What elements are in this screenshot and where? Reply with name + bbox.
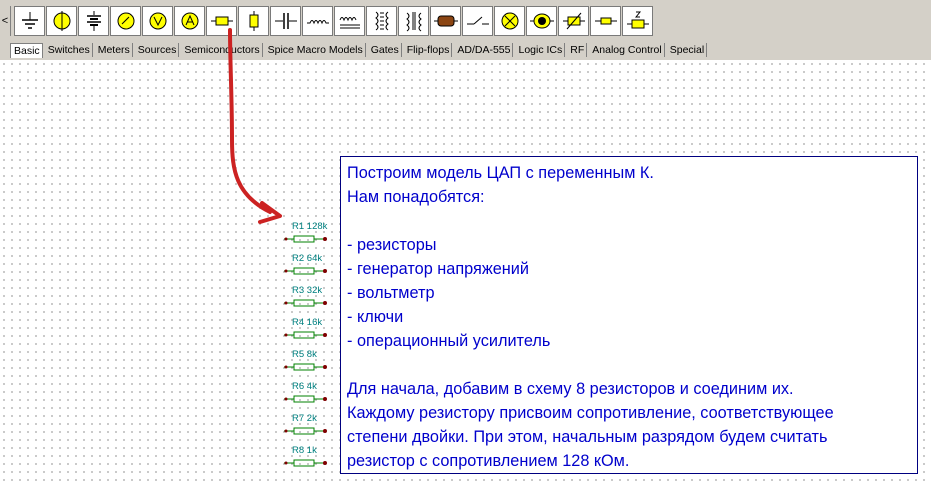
toolbar-tool-button[interactable] [302,6,333,36]
toolbar-tool-button[interactable] [110,6,141,36]
resistor-label: R2 64k [292,253,323,264]
tab-logic-ics[interactable]: Logic ICs [515,43,566,57]
resistor-icon [284,459,327,467]
switch-tool-icon [466,16,489,25]
note-line: Построим модель ЦАП с переменным К. [347,164,654,182]
resistor-label: R6 4k [292,381,317,392]
voltmeter-tool-icon [149,12,166,30]
note-line: Нам понадобятся: [347,188,485,206]
resistor-icon [284,235,327,243]
resistor-label: R3 32k [292,285,323,296]
component-palette [14,6,654,38]
tab-sources[interactable]: Sources [135,43,180,57]
note-line: - вольтметр [347,284,435,302]
tab-special[interactable]: Special [667,43,708,57]
toolbar-tool-button[interactable] [526,6,557,36]
resistor-label: R7 2k [292,413,317,424]
resistor-icon [284,395,327,403]
resistor-component[interactable]: R2 64k [284,253,330,285]
tab-gates[interactable]: Gates [368,43,402,57]
tab-switches[interactable]: Switches [45,43,93,57]
ammeter-tool-icon [181,12,198,30]
tab-rf[interactable]: RF [567,43,588,57]
ground-tool-icon [21,12,38,29]
capacitor-tool-icon [274,13,297,29]
resistor-icon [284,267,327,275]
note-line: Каждому резистору присвоим сопротивление… [347,404,834,422]
resistor-icon [284,331,327,339]
note-line: Для начала, добавим в схему 8 резисторов… [347,380,794,398]
resistor-label: R4 16k [292,317,323,328]
resistor-component[interactable]: R4 16k [284,317,330,349]
motor-tool-icon [529,13,554,29]
resistor-component[interactable]: R3 32k [284,285,330,317]
resistor-icon [284,299,327,307]
tab-meters[interactable]: Meters [95,43,133,57]
toolbar-tool-button[interactable] [206,6,237,36]
note-line: - ключи [347,308,404,326]
resistor-label: R5 8k [292,349,317,360]
note-line: резистор с сопротивлением 128 кОм. [347,452,630,470]
resistor-component[interactable]: R6 4k [284,381,330,413]
tab-ad-da-555[interactable]: AD/DA-555 [454,43,514,57]
toolbar-tool-button[interactable] [334,6,365,36]
toolbar-tool-button[interactable] [558,6,589,36]
note-line [347,209,917,233]
toolbar-tool-button[interactable] [462,6,493,36]
resistor-component[interactable]: R7 2k [284,413,330,445]
resistor-vertical-tool-icon [249,11,258,31]
resistor-icon [284,427,327,435]
lamp-tool-icon [53,11,70,31]
resistor-label: R1 128k [292,221,328,232]
toolbar-tool-button[interactable] [590,6,621,36]
lamp-cross-tool-icon [501,12,518,30]
note-line: степени двойки. При этом, начальным разр… [347,428,828,446]
note-line: - операционный усилитель [347,332,551,350]
resistor-icon [284,363,327,371]
battery-tool-icon [86,11,101,31]
tab-spice-macro-models[interactable]: Spice Macro Models [265,43,366,57]
toolbar-tool-button[interactable] [174,6,205,36]
toolbar-tool-button[interactable] [622,6,653,36]
ammeter-meter-tool-icon [117,12,134,30]
toolbar-tool-button[interactable] [78,6,109,36]
resistor-tool-icon [210,16,233,26]
tab-basic[interactable]: Basic [10,43,43,58]
tab-flip-flops[interactable]: Flip-flops [404,43,453,57]
toolbar-tool-button[interactable] [430,6,461,36]
toolbar-tool-button[interactable] [142,6,173,36]
note-line [347,353,917,377]
resistor-component[interactable]: R1 128k [284,221,330,253]
tab-semiconductors[interactable]: Semiconductors [181,43,263,57]
toolbar-tool-button[interactable] [270,6,301,36]
component-category-tabs: Basic Switches Meters Sources Semiconductors… [10,43,709,59]
toolbar-tool-button[interactable] [14,6,45,36]
fuse-tool-icon [433,15,458,27]
resistor-small-tool-icon [594,17,617,25]
resistor-label: R8 1k [292,445,317,456]
toolbar-tool-button[interactable] [238,6,269,36]
variable-resistor-tool-icon [562,12,585,30]
toolbar-tool-button[interactable] [494,6,525,36]
transformer-tool-icon [374,11,389,31]
resistor-component[interactable]: R5 8k [284,349,330,381]
note-line: - генератор напряжений [347,260,529,278]
instruction-note: Построим модель ЦАП с переменным К. Нам п… [340,156,918,474]
toolbar-tool-button[interactable] [398,6,429,36]
toolbar-scroll-left-button[interactable]: < [0,6,11,36]
capacitor-polarized-tool-icon [339,17,360,29]
toolbar-tool-button[interactable] [366,6,397,36]
inductor-tool-icon [306,20,329,25]
resistor-component[interactable]: R8 1k [284,445,330,477]
note-line: - резисторы [347,236,437,254]
transformer-core-tool-icon [405,12,422,32]
tab-analog-control[interactable]: Analog Control [589,43,665,57]
zener-resistor-tool-icon [626,11,649,29]
component-toolbar: < Basic Switches Meters Sources Semiconducto… [0,0,931,60]
toolbar-tool-button[interactable] [46,6,77,36]
